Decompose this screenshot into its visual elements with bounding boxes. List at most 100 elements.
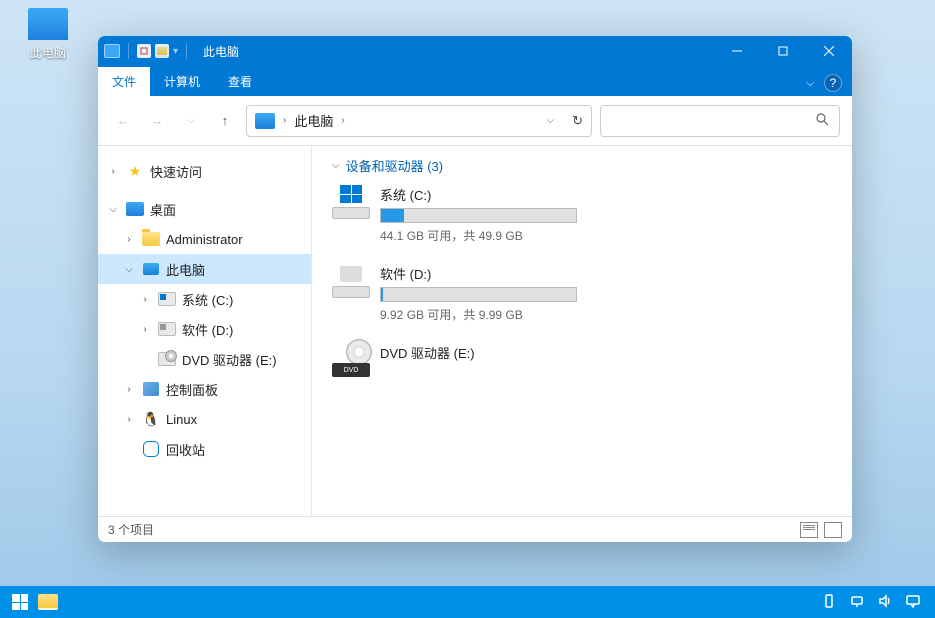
computer-icon <box>255 113 275 129</box>
search-icon <box>815 112 829 129</box>
chevron-right-icon: › <box>122 384 136 395</box>
address-dropdown-icon[interactable]: ⌵ <box>547 115 555 126</box>
taskbar-file-explorer[interactable] <box>36 590 60 614</box>
nav-up-button[interactable]: ↑ <box>212 108 238 134</box>
dvd-drive-icon <box>158 352 176 366</box>
chevron-right-icon: › <box>122 414 136 425</box>
nav-this-pc[interactable]: ⌵ 此电脑 <box>98 254 311 284</box>
drive-icon <box>158 292 176 306</box>
drive-name: DVD 驱动器 (E:) <box>380 343 577 362</box>
drive-usage-bar <box>380 208 577 223</box>
drive-item-d[interactable]: 软件 (D:) 9.92 GB 可用，共 9.99 GB <box>332 264 577 323</box>
nav-drive-c[interactable]: › 系统 (C:) <box>98 284 311 314</box>
file-explorer-window: ▾ 此电脑 文件 计算机 查看 ⌵ ? ← → ⌵ ↑ › 此电脑 › ⌵ ↻ <box>98 36 852 542</box>
breadcrumb-this-pc[interactable]: 此电脑 <box>294 111 333 130</box>
close-button[interactable] <box>806 36 852 66</box>
tab-computer[interactable]: 计算机 <box>150 67 214 96</box>
star-icon: ★ <box>126 163 144 179</box>
system-tray <box>821 593 927 612</box>
status-item-count: 3 个项目 <box>108 521 154 538</box>
nav-recent-dropdown[interactable]: ⌵ <box>178 108 204 134</box>
nav-control-panel[interactable]: › 控制面板 <box>98 374 311 404</box>
recycle-bin-icon <box>143 441 159 457</box>
chevron-right-icon: › <box>122 234 136 245</box>
chevron-down-icon: ⌵ <box>106 204 120 215</box>
folder-icon <box>142 232 160 246</box>
minimize-button[interactable] <box>714 36 760 66</box>
control-panel-icon <box>143 382 159 396</box>
nav-forward-button[interactable]: → <box>144 108 170 134</box>
view-details-button[interactable] <box>800 522 818 538</box>
drive-icon <box>332 264 370 298</box>
titlebar: ▾ 此电脑 <box>98 36 852 66</box>
nav-label: 软件 (D:) <box>182 320 233 339</box>
qat-properties-button[interactable] <box>137 44 151 58</box>
view-large-icons-button[interactable] <box>824 522 842 538</box>
nav-label: 此电脑 <box>166 260 205 279</box>
nav-quick-access[interactable]: › ★ 快速访问 <box>98 156 311 186</box>
maximize-button[interactable] <box>760 36 806 66</box>
nav-linux[interactable]: › 🐧 Linux <box>98 404 311 434</box>
nav-back-button[interactable]: ← <box>110 108 136 134</box>
folder-icon <box>38 594 58 610</box>
ribbon-tabs: 文件 计算机 查看 ⌵ ? <box>98 66 852 96</box>
breadcrumb-separator: › <box>283 115 286 126</box>
nav-recycle-bin[interactable]: › 回收站 <box>98 434 311 464</box>
content-pane: ⌵ 设备和驱动器 (3) 系统 (C:) 44.1 GB 可用，共 <box>312 146 852 516</box>
nav-drive-d[interactable]: › 软件 (D:) <box>98 314 311 344</box>
windows-logo-icon <box>12 594 28 610</box>
nav-label: 快速访问 <box>150 162 202 181</box>
search-box[interactable] <box>600 105 840 137</box>
qat-new-folder-button[interactable] <box>155 44 169 58</box>
window-icon <box>104 44 120 58</box>
nav-label: 桌面 <box>150 200 176 219</box>
chevron-down-icon: ⌵ <box>122 264 136 275</box>
drive-icon <box>158 322 176 336</box>
section-header-label: 设备和驱动器 (3) <box>346 156 444 175</box>
help-button[interactable]: ? <box>824 74 842 92</box>
drive-item-e[interactable]: DVD DVD 驱动器 (E:) <box>332 343 577 381</box>
tab-file[interactable]: 文件 <box>98 67 150 96</box>
tray-network-icon[interactable] <box>849 593 865 612</box>
dvd-drive-icon: DVD <box>332 343 370 377</box>
drive-usage-text: 44.1 GB 可用，共 49.9 GB <box>380 227 577 244</box>
qat-dropdown[interactable]: ▾ <box>173 46 178 57</box>
nav-label: 控制面板 <box>166 380 218 399</box>
nav-desktop[interactable]: ⌵ 桌面 <box>98 194 311 224</box>
linux-icon: 🐧 <box>142 411 160 427</box>
nav-label: Administrator <box>166 232 243 247</box>
desktop-shortcut-label: 此电脑 <box>18 44 78 61</box>
desktop-shortcut-this-pc[interactable]: 此电脑 <box>18 8 78 61</box>
nav-label: DVD 驱动器 (E:) <box>182 350 277 369</box>
chevron-down-icon: ⌵ <box>332 160 340 171</box>
taskbar <box>0 586 935 618</box>
refresh-button[interactable]: ↻ <box>572 113 583 129</box>
address-bar-row: ← → ⌵ ↑ › 此电脑 › ⌵ ↻ <box>98 96 852 146</box>
drive-usage-text: 9.92 GB 可用，共 9.99 GB <box>380 306 577 323</box>
nav-drive-e[interactable]: › DVD 驱动器 (E:) <box>98 344 311 374</box>
navigation-pane: › ★ 快速访问 ⌵ 桌面 › Administrator ⌵ 此电脑 › <box>98 146 312 516</box>
system-drive-icon <box>332 185 370 219</box>
start-button[interactable] <box>8 590 32 614</box>
drive-name: 软件 (D:) <box>380 264 577 283</box>
tray-usb-icon[interactable] <box>821 593 837 612</box>
ribbon-collapse-icon[interactable]: ⌵ <box>806 78 814 89</box>
computer-icon <box>28 8 68 42</box>
desktop-icon <box>126 202 144 216</box>
tray-volume-icon[interactable] <box>877 593 893 612</box>
window-title: 此电脑 <box>197 43 239 60</box>
drive-item-c[interactable]: 系统 (C:) 44.1 GB 可用，共 49.9 GB <box>332 185 577 244</box>
address-bar[interactable]: › 此电脑 › ⌵ ↻ <box>246 105 592 137</box>
drive-usage-bar <box>380 287 577 302</box>
status-bar: 3 个项目 <box>98 516 852 542</box>
computer-icon <box>143 263 159 275</box>
chevron-right-icon: › <box>138 294 152 305</box>
chevron-right-icon: › <box>138 324 152 335</box>
drive-name: 系统 (C:) <box>380 185 577 204</box>
nav-label: 回收站 <box>166 440 205 459</box>
nav-administrator[interactable]: › Administrator <box>98 224 311 254</box>
tab-view[interactable]: 查看 <box>214 67 266 96</box>
tray-action-center-icon[interactable] <box>905 593 921 612</box>
section-header-devices[interactable]: ⌵ 设备和驱动器 (3) <box>332 156 832 175</box>
nav-label: 系统 (C:) <box>182 290 233 309</box>
